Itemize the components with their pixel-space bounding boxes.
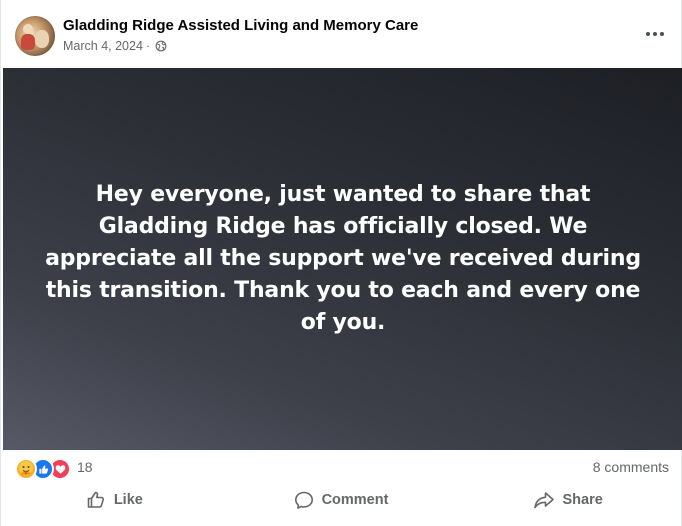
comment-label: Comment (321, 492, 389, 508)
share-icon (533, 492, 554, 509)
like-label: Like (113, 492, 143, 508)
comment-button[interactable]: Comment (228, 482, 455, 518)
care-icon (15, 458, 37, 480)
post-media-text-background[interactable]: Hey everyone, just wanted to share that … (3, 68, 682, 450)
comment-icon (294, 491, 313, 509)
thumbs-up-icon (87, 491, 104, 508)
reactions-bar: 18 8 comments (1, 452, 681, 482)
page-name-link[interactable]: Gladding Ridge Assisted Living and Memor… (63, 17, 418, 34)
share-label: Share (562, 492, 603, 508)
facebook-post: Gladding Ridge Assisted Living and Memor… (0, 0, 682, 526)
comments-count-link[interactable]: 8 comments (593, 459, 669, 475)
globe-icon (155, 40, 167, 52)
page-avatar[interactable] (15, 16, 55, 56)
post-header: Gladding Ridge Assisted Living and Memor… (1, 0, 681, 68)
post-text: Hey everyone, just wanted to share that … (45, 182, 641, 335)
more-options-icon[interactable] (643, 22, 667, 46)
reaction-icons[interactable] (15, 458, 71, 480)
post-actions: Like Comment Share (1, 482, 681, 518)
post-meta: March 4, 2024 · (63, 39, 167, 53)
meta-separator: · (145, 39, 151, 53)
post-date[interactable]: March 4, 2024 (63, 39, 143, 53)
reaction-count[interactable]: 18 (77, 459, 93, 475)
share-button[interactable]: Share (454, 482, 681, 518)
like-button[interactable]: Like (1, 482, 228, 518)
